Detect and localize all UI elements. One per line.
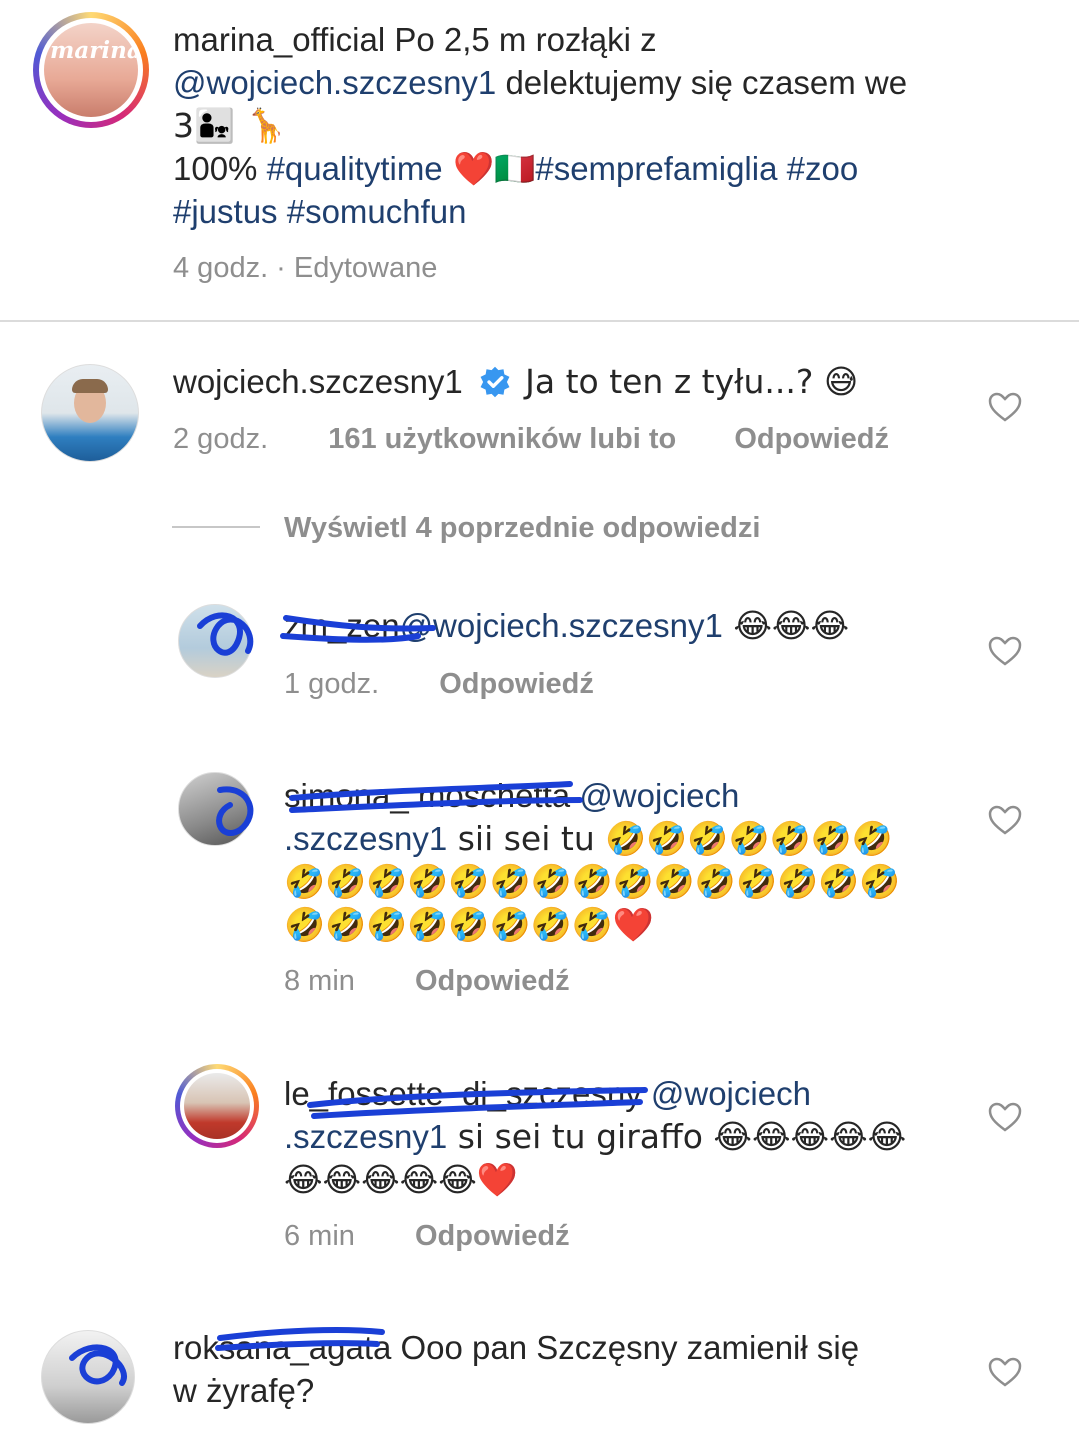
verified-badge-icon: [480, 366, 510, 398]
reply-text: 🤣🤣🤣🤣🤣🤣🤣🤣🤣🤣🤣🤣🤣🤣🤣: [284, 862, 901, 901]
comment-username[interactable]: wojciech.szczesny1: [173, 363, 463, 400]
reply-mention[interactable]: @wojciech: [651, 1075, 811, 1112]
reply-mention[interactable]: .szczesny1: [284, 820, 447, 857]
reply-username[interactable]: simona_.moschetta: [284, 777, 570, 814]
comment-time: 2 godz.: [173, 423, 269, 455]
avatar[interactable]: [41, 1330, 135, 1424]
divider: [0, 320, 1079, 322]
reply-text: sii sei tu 🤣🤣🤣🤣🤣🤣🤣: [447, 819, 893, 858]
heart-icon[interactable]: [988, 805, 1022, 835]
reply-mention[interactable]: @wojciech.szczesny1: [400, 607, 723, 644]
reply-mention[interactable]: @wojciech: [579, 777, 739, 814]
reply-body: zm_zen@wojciech.szczesny1 😂😂😂: [284, 604, 849, 647]
reply-text: 😂😂😂😂😂❤️: [284, 1160, 518, 1199]
comment-text: Ooo pan Szczęsny zamienił się: [391, 1329, 860, 1366]
heart-icon[interactable]: [988, 636, 1022, 666]
reply-mention[interactable]: .szczesny1: [284, 1118, 447, 1155]
avatar-logo-text: marina: [50, 37, 138, 64]
avatar-image: [184, 1073, 250, 1139]
avatar-image: marina: [44, 23, 138, 117]
reply-time: 8 min: [284, 965, 355, 997]
caption-text: 100%: [173, 150, 267, 187]
avatar[interactable]: [41, 364, 139, 462]
reply-meta: 1 godz. Odpowiedź: [284, 668, 594, 701]
reply-body: simona_.moschetta @wojciech .szczesny1 s…: [284, 774, 984, 946]
comment-body: roksana_agata Ooo pan Szczęsny zamienił …: [173, 1326, 973, 1412]
avatar[interactable]: [178, 772, 252, 846]
heart-icon[interactable]: [988, 392, 1022, 422]
reply-button[interactable]: Odpowiedź: [439, 668, 594, 700]
reply-username[interactable]: le_fossette_di_szczesny: [284, 1075, 642, 1112]
comment-body: wojciech.szczesny1 Ja to ten z tyłu...? …: [173, 360, 858, 403]
reply-time: 1 godz.: [284, 668, 380, 700]
post-caption: marina_official Po 2,5 m rozłąki z @wojc…: [173, 18, 1053, 233]
heart-icon[interactable]: [988, 1102, 1022, 1132]
caption-text: 3👨‍👧 🦒: [173, 106, 287, 145]
caption-text: delektujemy się czasem we: [496, 64, 908, 101]
reply-meta: 8 min Odpowiedź: [284, 965, 570, 998]
avatar[interactable]: [178, 604, 252, 678]
hashtag[interactable]: #semprefamiglia #zoo: [535, 150, 858, 187]
reply-button[interactable]: Odpowiedź: [415, 1220, 570, 1252]
reply-text: si sei tu giraffo 😂😂😂😂😂: [447, 1117, 907, 1156]
heart-icon[interactable]: [988, 1357, 1022, 1387]
comment-text: w żyrafę?: [173, 1372, 315, 1409]
view-replies-button[interactable]: Wyświetl 4 poprzednie odpowiedzi: [284, 512, 760, 545]
hashtag[interactable]: #qualitytime: [267, 150, 443, 187]
reply-body: le_fossette_di_szczesny @wojciech .szcze…: [284, 1072, 984, 1201]
caption-mention[interactable]: @wojciech.szczesny1: [173, 64, 496, 101]
reply-meta: 6 min Odpowiedź: [284, 1220, 570, 1253]
reply-time: 6 min: [284, 1220, 355, 1252]
post-meta: 4 godz. · Edytowane: [173, 252, 438, 284]
reply-text: 🤣🤣🤣🤣🤣🤣🤣🤣❤️: [284, 905, 654, 944]
reply-button[interactable]: Odpowiedź: [415, 965, 570, 997]
post-username[interactable]: marina_official: [173, 21, 385, 58]
comment-text: Ja to ten z tyłu...? 😅: [525, 362, 859, 401]
caption-emoji: ❤️🇮🇹: [442, 149, 536, 188]
comment-likes[interactable]: 161 użytkowników lubi to: [328, 423, 676, 455]
replies-line: [172, 526, 260, 528]
reply-text: 😂😂😂: [722, 606, 850, 645]
reply-button[interactable]: Odpowiedź: [734, 423, 889, 455]
comment-username[interactable]: roksana_agata: [173, 1329, 391, 1366]
caption-text: Po 2,5 m rozłąki z: [394, 21, 657, 58]
hashtag[interactable]: #justus #somuchfun: [173, 193, 467, 230]
reply-username[interactable]: zm_zen: [284, 607, 400, 644]
comment-meta: 2 godz. 161 użytkowników lubi to Odpowie…: [173, 423, 889, 456]
